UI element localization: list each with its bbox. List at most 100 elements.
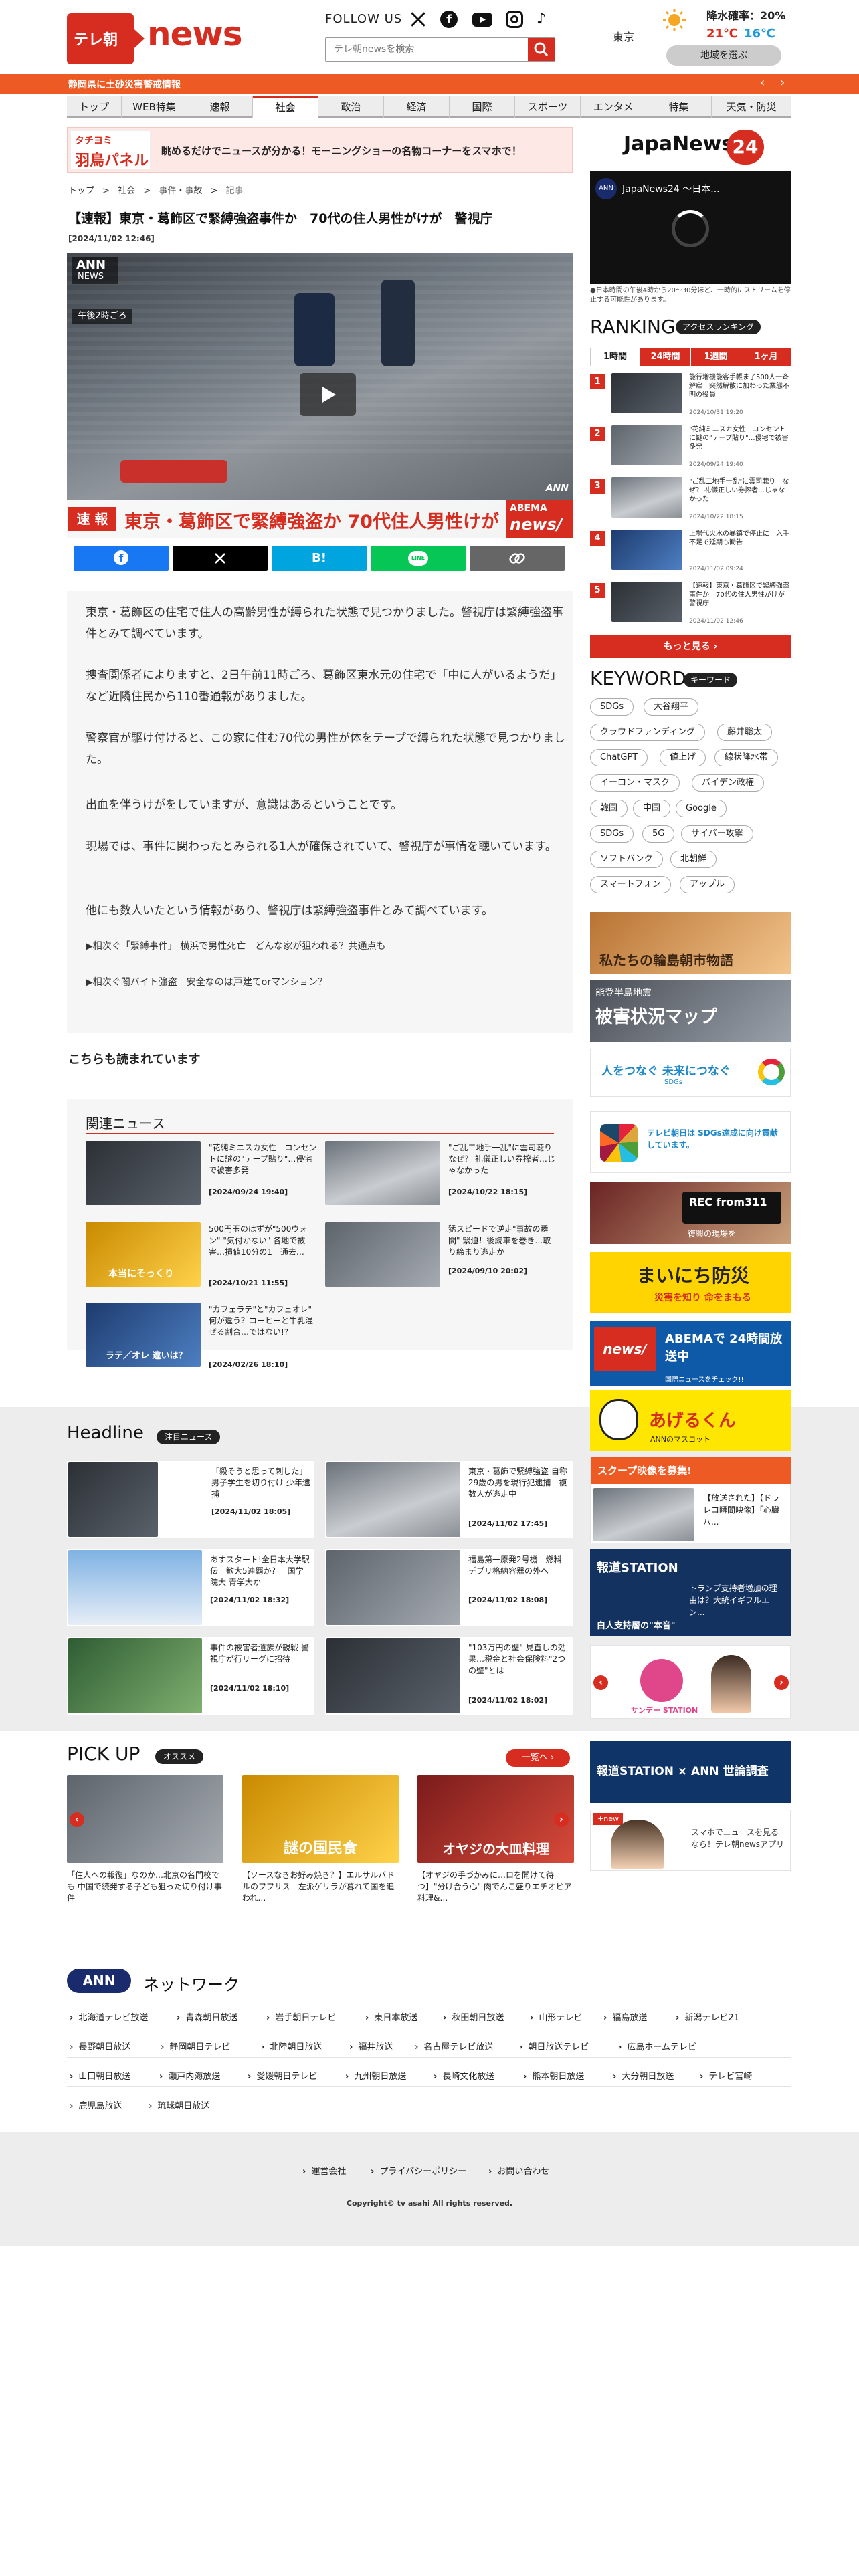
nav-item-feature[interactable]: 特集 (646, 96, 712, 118)
nav-item-web[interactable]: WEB特集 (122, 96, 187, 118)
breadcrumb-society[interactable]: 社会 (118, 186, 135, 196)
share-line-button[interactable]: LINE (371, 546, 466, 571)
pickup-next-button[interactable]: › (554, 1812, 569, 1827)
footer-link-contact[interactable]: お問い合わせ (488, 2164, 549, 2177)
network-station[interactable]: 長崎文化放送 (434, 2069, 494, 2082)
footer-link-company[interactable]: 運営会社 (302, 2164, 346, 2177)
related-item-title[interactable]: "ご乱二地手一乱"に雲司聴り なぜ？ 礼儀正しい券搾者…じゃなかった (448, 1142, 560, 1176)
logo-mark[interactable]: テレ朝 (67, 13, 134, 64)
instagram-icon[interactable] (506, 11, 523, 28)
headline-card[interactable]: 東京・葛飾で緊縛強盗 自称29歳の男を現行犯逮捕 複数人が逃走中 [2024/1… (325, 1461, 573, 1538)
related-item-title[interactable]: 猛スピードで逆走"事故の瞬間" 緊迫！後続車を巻き…取り締まり逃走か (448, 1224, 558, 1258)
network-station[interactable]: 北海道テレビ放送 (70, 2010, 148, 2023)
keyword-chip[interactable]: 線状降水帯 (714, 749, 779, 766)
share-hatena-button[interactable]: B! (272, 546, 367, 571)
nav-item-economy[interactable]: 経済 (384, 96, 450, 118)
keyword-chip[interactable]: 中国 (633, 800, 671, 817)
network-station[interactable]: 青森朝日放送 (177, 2010, 237, 2023)
footer-link-privacy[interactable]: プライバシーポリシー (371, 2164, 466, 2177)
network-station[interactable]: 秋田朝日放送 (443, 2010, 504, 2023)
network-station[interactable]: 福島放送 (603, 2010, 647, 2023)
alert-next-icon[interactable]: › (780, 76, 785, 90)
keyword-chip[interactable]: イーロン・マスク (590, 774, 680, 792)
pickup-more-button[interactable]: 一覧へ › (506, 1749, 570, 1767)
related-link-1[interactable]: ▶相次ぐ「緊縛事件」 横浜で男性死亡 どんな家が狙われる？共通点も (86, 939, 386, 952)
keyword-chip[interactable]: ソフトバンク (590, 851, 663, 868)
related-thumb[interactable] (325, 1222, 440, 1287)
breadcrumb-top[interactable]: トップ (68, 186, 94, 196)
ranking-item[interactable]: 3 "ご乱二地手一乱"に雲司聴り なぜ？ 礼儀正しい券搾者…じゃなかった 202… (590, 476, 791, 523)
related-thumb[interactable]: ラテ／オレ 違いは？ (86, 1303, 201, 1367)
pickup-item-title[interactable]: 「住人への報復」なのか…北京の名門校でも 中国で続発する子ども狙った切り付け事件 (67, 1870, 223, 1904)
network-station[interactable]: 福井放送 (349, 2040, 393, 2052)
network-station[interactable]: 山形テレビ (530, 2010, 582, 2023)
share-x-button[interactable] (173, 546, 268, 571)
network-station[interactable]: 九州朝日放送 (345, 2069, 406, 2082)
banner-app[interactable]: +new スマホでニュースを見るなら！テレ朝newsアプリ (590, 1810, 791, 1871)
keyword-chip[interactable]: 5G (642, 825, 675, 843)
keyword-chip[interactable]: ChatGPT (590, 749, 648, 766)
japannews-logo[interactable]: JapaNews 24 (590, 127, 791, 169)
banner-houdou[interactable]: 報道STATION トランプ支持者増加の理由は？大統イギフルエン... 白人支持… (590, 1549, 791, 1636)
related-thumb[interactable] (86, 1141, 201, 1205)
banner-ageru[interactable]: あげるくん ANNのマスコット (590, 1390, 791, 1451)
headline-card[interactable]: 福島第一原発2号機 燃料デブリ格納容器の外へ [2024/11/02 18:08… (325, 1549, 573, 1626)
network-station[interactable]: 熊本朝日放送 (523, 2069, 584, 2082)
banner-wajima[interactable]: 私たちの輪島朝市物語 (590, 912, 791, 974)
banner-poll[interactable]: 報道STATION × ANN 世論調査 (590, 1741, 791, 1803)
banner-bousai[interactable]: まいにち防災 災害を知り 命をまもる (590, 1252, 791, 1313)
pickup-thumb[interactable]: オヤジの大皿料理 (417, 1775, 574, 1863)
tiktok-icon[interactable]: ♪ (537, 11, 553, 28)
search-button[interactable] (528, 38, 555, 61)
ranking-more-button[interactable]: もっと見る › (590, 635, 791, 658)
keyword-chip[interactable]: クラウドファンディング (590, 724, 706, 741)
alert-prev-icon[interactable]: ‹ (760, 76, 765, 90)
network-station[interactable]: 北陸朝日放送 (261, 2040, 322, 2052)
nav-item-society[interactable]: 社会 (253, 96, 318, 118)
headline-card[interactable]: "103万円の壁" 見直しの効果…税金と社会保険料"2つの壁"とは [2024/… (325, 1637, 573, 1715)
nav-item-sports[interactable]: スポーツ (515, 96, 581, 118)
sunday-next-button[interactable]: › (774, 1675, 789, 1690)
headline-card[interactable]: あすスタート!全日本大学駅伝 歓大5連覇か？ 国学院大 青学大か [2024/1… (67, 1549, 314, 1626)
pickup-prev-button[interactable]: ‹ (70, 1812, 84, 1827)
ranking-tab-1h[interactable]: 1時間 (590, 348, 640, 366)
pickup-item-title[interactable]: 【オヤジの手づかみに…ロを開けて待つ】"分け合う心" 肉でんこ盛りエチオピア料理… (417, 1870, 574, 1904)
ranking-item[interactable]: 1 能行増機能客手帳ま了500人一斉解雇 突然解散に加わった業態不明の役員 20… (590, 372, 791, 419)
video-play-button[interactable] (300, 373, 356, 416)
article-video[interactable]: ANN NEWS 午後2時ごろ 速 報 東京・葛飾区で緊縛強盗か 70代住人男性… (67, 253, 573, 538)
banner-rec311[interactable]: REC from311 復興の現場を (590, 1182, 791, 1244)
facebook-icon[interactable]: f (440, 11, 458, 28)
keyword-chip[interactable]: SDGs (590, 698, 634, 716)
nav-item-politics[interactable]: 政治 (318, 96, 384, 118)
search-input[interactable] (326, 38, 527, 61)
share-link-button[interactable] (470, 546, 565, 571)
keyword-chip[interactable]: アップル (680, 876, 735, 893)
youtube-icon[interactable] (472, 13, 492, 27)
x-icon[interactable] (409, 11, 427, 28)
pickup-thumb[interactable]: 謎の国民食 (242, 1775, 399, 1863)
nav-item-weather[interactable]: 天気・防災 (712, 96, 791, 118)
network-station[interactable]: 琉球朝日放送 (149, 2099, 209, 2111)
keyword-chip[interactable]: 北朝鮮 (670, 851, 717, 868)
network-station[interactable]: 愛媛朝日テレビ (248, 2069, 317, 2082)
network-station[interactable]: 新潟テレビ21 (676, 2010, 739, 2023)
sunday-prev-button[interactable]: ‹ (593, 1675, 608, 1690)
network-station[interactable]: 大分朝日放送 (613, 2069, 674, 2082)
nav-item-entertainment[interactable]: エンタメ (581, 96, 646, 118)
banner-scoop[interactable]: スクープ映像を募集! 【放送された】【ドラレコ瞬間映像】「心臓八... (590, 1457, 791, 1543)
keyword-chip[interactable]: スマートフォン (590, 876, 671, 893)
ranking-item[interactable]: 5 【速報】東京・葛飾区で緊縛強盗事件か 70代の住人男性がけが 警視庁 202… (590, 580, 791, 627)
banner-sdgs-link[interactable]: 人をつなぐ 未来につなぐ SDGs (590, 1049, 791, 1097)
network-station[interactable]: 鹿児島放送 (70, 2099, 122, 2111)
keyword-chip[interactable]: SDGs (590, 825, 634, 843)
region-button[interactable]: 地域を選ぶ (666, 45, 781, 66)
related-link-2[interactable]: ▶相次ぐ闇バイト強盗 安全なのは戸建てorマンション？ (86, 975, 327, 988)
pickup-item-title[interactable]: 【ソースなきお好み焼き？】エルサルバドルのププサス 左派ゲリラが暮れて国を追われ… (242, 1870, 399, 1904)
ranking-item[interactable]: 4 上場代火水の暴鎮で停止に 入手不足で延期も勧告 2024/11/02 09:… (590, 528, 791, 575)
keyword-chip[interactable]: バイデン政権 (692, 774, 765, 792)
promo-banner[interactable]: タチヨミ 羽鳥パネル 眺めるだけでニュースが分かる！モーニングショーの名物コーナ… (67, 127, 573, 173)
ranking-tab-1w[interactable]: 1週間 (690, 348, 741, 366)
keyword-chip[interactable]: 韓国 (590, 800, 628, 817)
network-station[interactable]: 名古屋テレビ放送 (415, 2040, 493, 2052)
network-station[interactable]: 長野朝日放送 (70, 2040, 130, 2052)
